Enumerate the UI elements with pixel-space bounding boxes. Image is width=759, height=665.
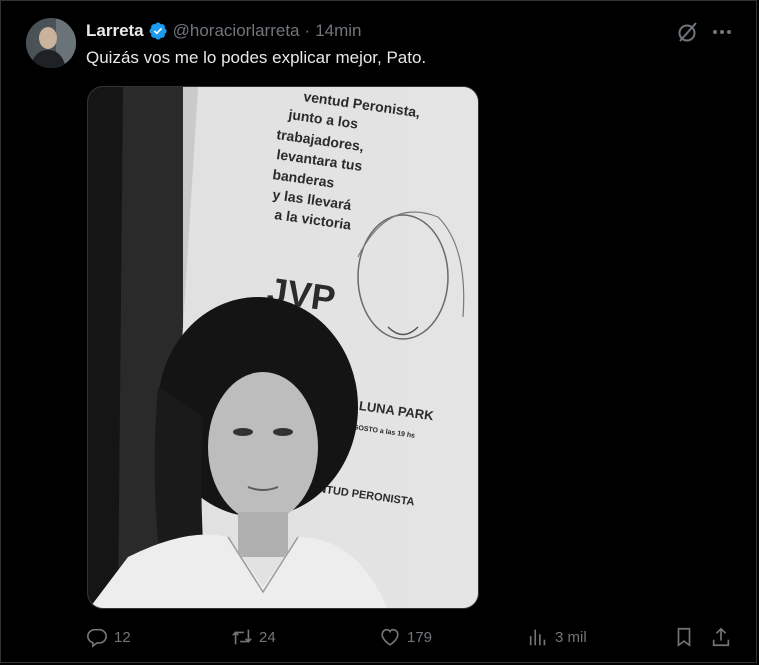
heart-icon <box>381 628 399 646</box>
bookmark-icon <box>677 627 691 647</box>
separator-dot: · <box>304 21 311 40</box>
views-count: 3 mil <box>555 628 587 646</box>
tweet-text: Quizás vos me lo podes explicar mejor, P… <box>86 48 427 67</box>
retweet-button[interactable]: 24 <box>231 626 276 648</box>
more-icon[interactable] <box>710 20 734 44</box>
verified-badge-icon <box>149 22 167 40</box>
reply-count: 12 <box>114 628 131 646</box>
bookmark-button[interactable] <box>673 626 695 648</box>
retweet-icon <box>232 629 252 645</box>
tweet-header: Larreta @horaciorlarreta · 14min <box>86 20 362 42</box>
timestamp[interactable]: 14min <box>315 21 361 41</box>
like-count: 179 <box>407 628 433 646</box>
reply-button[interactable]: 12 <box>86 626 131 648</box>
views-icon <box>529 629 546 646</box>
author-name[interactable]: Larreta <box>86 21 144 41</box>
retweet-count: 24 <box>259 628 276 646</box>
photo-image: ventud Peronista, junto a los trabajador… <box>88 87 478 608</box>
share-icon <box>712 627 730 647</box>
avatar[interactable] <box>26 18 76 68</box>
author-handle[interactable]: @horaciorlarreta <box>173 21 300 41</box>
views-button[interactable]: 3 mil <box>527 626 587 648</box>
like-button[interactable]: 179 <box>379 626 432 648</box>
reply-icon <box>87 628 107 648</box>
share-button[interactable] <box>710 626 732 648</box>
grok-icon[interactable] <box>676 20 700 44</box>
avatar-image <box>26 18 76 68</box>
tweet-photo[interactable]: ventud Peronista, junto a los trabajador… <box>87 86 479 609</box>
action-bar: 12 24 179 3 mil <box>0 622 759 654</box>
